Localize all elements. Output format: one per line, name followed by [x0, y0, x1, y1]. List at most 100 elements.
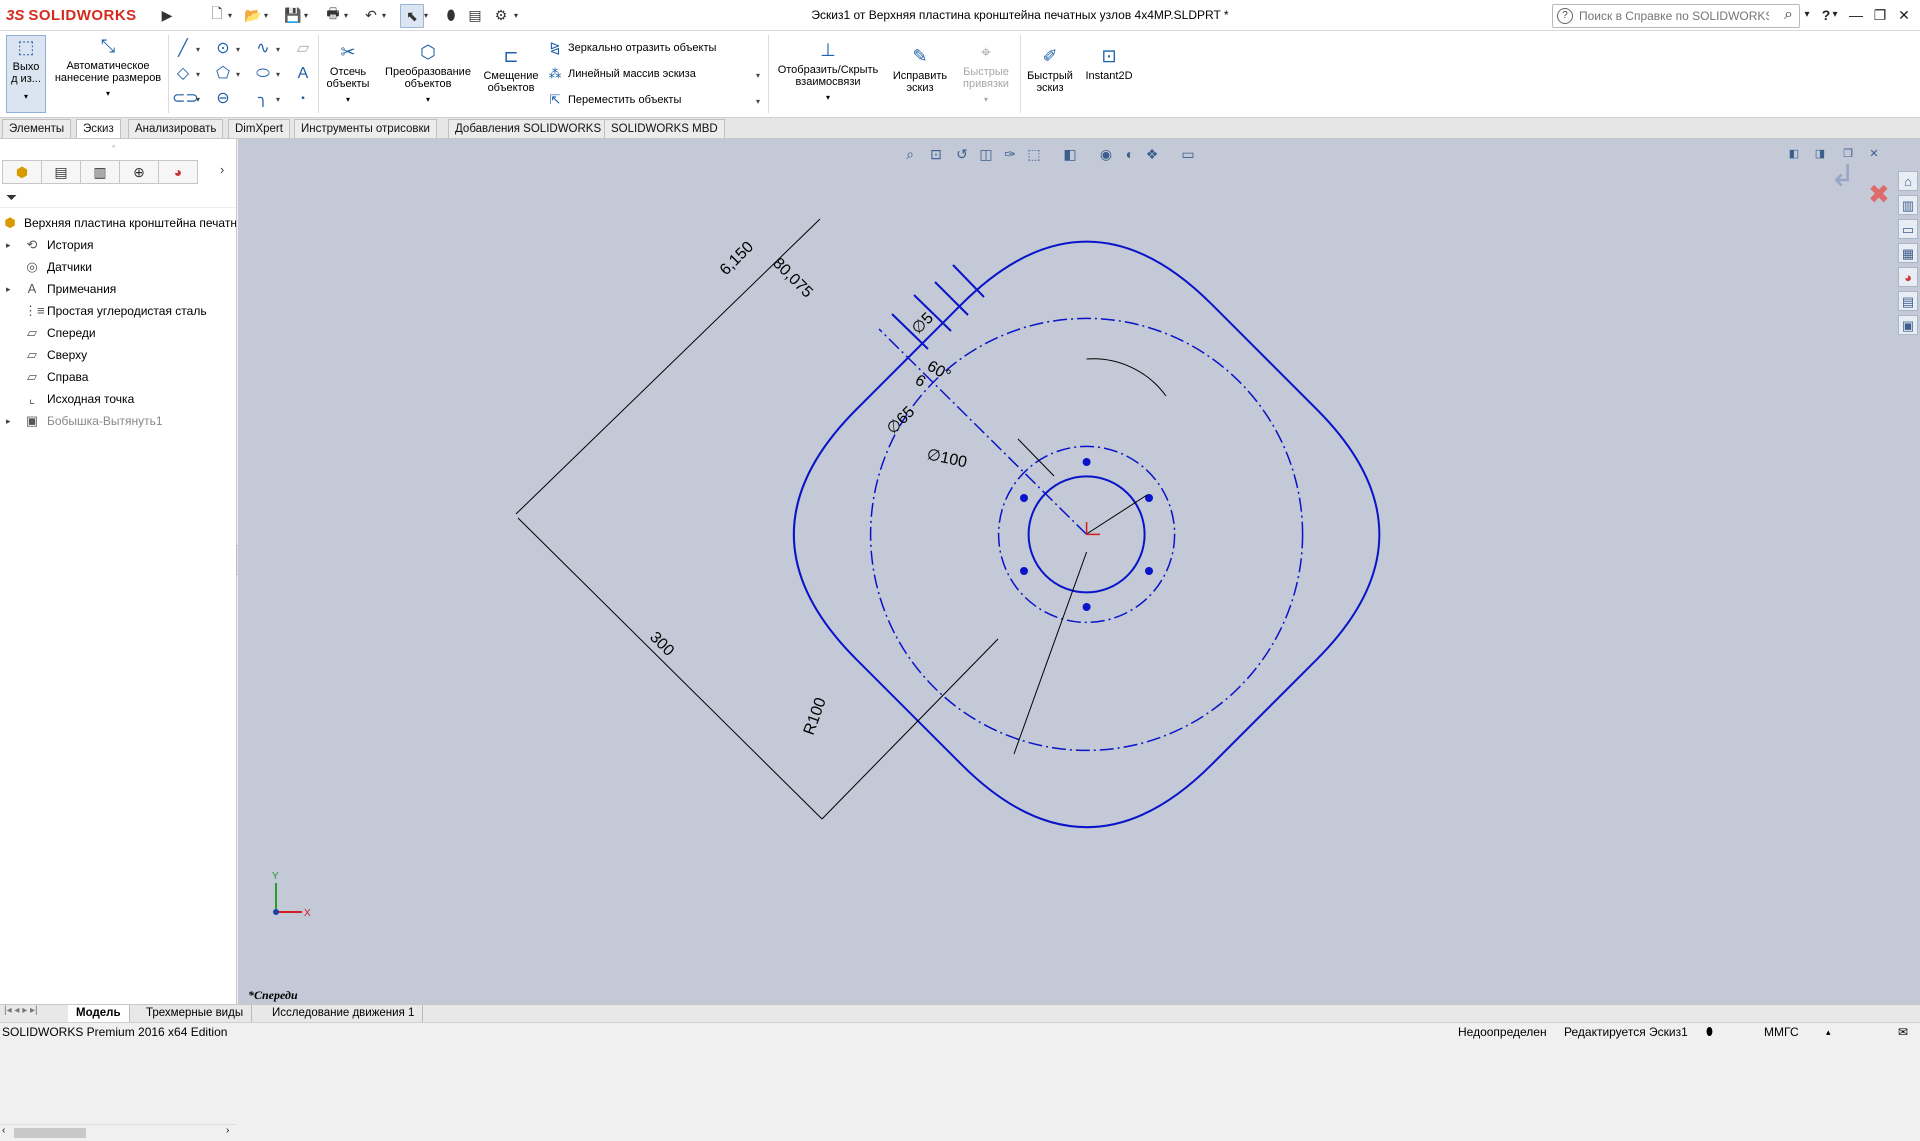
rebuild-indicator-icon[interactable]: ⬮ [1706, 1023, 1713, 1041]
expand-arrow-icon[interactable]: ▸ [6, 278, 11, 300]
tree-item[interactable]: ◎ Датчики [0, 256, 236, 278]
spline-dropdown-icon[interactable]: ▾ [276, 45, 280, 54]
quick-snaps-dropdown-icon[interactable]: ▾ [956, 94, 1016, 106]
text-icon[interactable]: A [292, 64, 314, 84]
exit-sketch-button[interactable]: ⬚ Выхо д из... ▾ [6, 35, 46, 113]
scroll-left-icon[interactable]: ‹ [2, 1125, 5, 1136]
open-folder-icon[interactable]: 📂 [242, 4, 264, 26]
dimension-d5-leader[interactable] [1017, 438, 1055, 477]
point-icon[interactable]: ▪ [292, 89, 314, 109]
trim-dropdown-icon[interactable]: ▾ [322, 94, 374, 106]
tab-dimxpert[interactable]: DimXpert [228, 119, 290, 138]
unit-system[interactable]: ММГС [1764, 1023, 1799, 1041]
ellipse-dropdown-icon[interactable]: ▾ [276, 70, 280, 79]
expand-arrow-icon[interactable]: ▸ [6, 410, 11, 432]
sketch-point[interactable] [1145, 567, 1153, 575]
tab-scroll-icons[interactable]: |◂ ◂ ▸ ▸| [4, 1005, 38, 1016]
tree-item[interactable]: ▱ Сверху [0, 344, 236, 366]
new-document-icon[interactable]: 🗋 [206, 4, 228, 26]
expand-arrow-icon[interactable]: ▸ [6, 234, 11, 256]
spline-icon[interactable]: ∿ [252, 39, 274, 59]
select-cursor-icon[interactable]: ⬉ [400, 4, 424, 28]
dimension-60-arc[interactable] [1086, 358, 1167, 397]
sketch-point[interactable] [1082, 603, 1091, 611]
help-dropdown-icon[interactable]: ▾ [1828, 0, 1842, 30]
filter-icon[interactable]: ⏷ [6, 189, 17, 206]
construction-centerline[interactable] [878, 328, 1088, 535]
line-icon[interactable]: ╱ [172, 39, 194, 59]
dim-d65[interactable]: ∅65 [884, 403, 919, 438]
fillet-dropdown-icon[interactable]: ▾ [276, 95, 280, 104]
close-icon[interactable]: ✕ [1890, 0, 1918, 30]
mirror-entities-button[interactable]: ⧎ Зеркально отразить объекты [546, 39, 717, 57]
exit-sketch-dropdown-icon[interactable]: ▾ [7, 91, 45, 103]
circle-icon[interactable]: ⊙ [212, 39, 234, 59]
print-dropdown-icon[interactable]: ▾ [344, 4, 352, 26]
tree-item[interactable]: ▱ Спереди [0, 322, 236, 344]
solidworks-logo[interactable]: 3S SOLIDWORKS [6, 4, 154, 26]
dim-60deg[interactable]: 60° [924, 358, 953, 385]
scroll-right-icon[interactable]: › [226, 1125, 229, 1136]
tab-3d-views[interactable]: Трехмерные виды [138, 1005, 253, 1022]
chat-bubble-icon[interactable]: ✉ [1898, 1023, 1908, 1041]
file-properties-icon[interactable]: ▤ [464, 4, 486, 26]
tab-solidworks-addins[interactable]: Добавления SOLIDWORKS [448, 119, 609, 138]
undo-dropdown-icon[interactable]: ▾ [382, 4, 390, 26]
tree-root-part[interactable]: ⬢ Верхняя пластина кронштейна печатн [0, 212, 236, 234]
scrollbar-thumb[interactable] [14, 1128, 86, 1138]
tree-item[interactable]: ▸ ⟲ История [0, 234, 236, 256]
relations-dropdown-icon[interactable]: ▾ [772, 92, 884, 104]
displaymanager-tab-icon[interactable]: ◕ [158, 160, 198, 184]
smart-dimension-dropdown-icon[interactable]: ▾ [50, 88, 166, 100]
search-icon[interactable]: ⌕ [1784, 6, 1793, 24]
linear-pattern-button[interactable]: ⁂ Линейный массив эскиза [546, 65, 696, 83]
polygon-dropdown-icon[interactable]: ▾ [236, 70, 240, 79]
arc-icon[interactable]: ⊖ [212, 89, 234, 109]
sketch-point[interactable] [1082, 458, 1091, 466]
show-relations-button[interactable]: ⊥ Отобразить/Скрыть взаимосвязи ▾ [772, 39, 884, 104]
select-dropdown-icon[interactable]: ▾ [424, 4, 432, 26]
panel-grip-icon[interactable]: ◦ [112, 141, 115, 151]
circle-dropdown-icon[interactable]: ▾ [236, 45, 240, 54]
undo-icon[interactable]: ↶ [360, 4, 382, 26]
tree-item[interactable]: ⋮≡ Простая углеродистая сталь [0, 300, 236, 322]
sketch-canvas[interactable]: 6,150 80,075 ∅5 60° 6 ∅65 ∅100 300 R100 … [238, 139, 1920, 1004]
linear-pattern-dropdown-icon[interactable]: ▾ [756, 71, 760, 80]
menu-expand-icon[interactable]: ▶ [156, 4, 178, 26]
dim-6[interactable]: 6 [912, 372, 928, 391]
trim-button[interactable]: ✂ Отсечь объекты ▾ [322, 41, 374, 106]
quick-snaps-button[interactable]: ⌖ Быстрые привязки ▾ [956, 41, 1016, 106]
dim-d100[interactable]: ∅100 [925, 446, 968, 471]
dim-80075[interactable]: 80,075 [769, 255, 816, 302]
save-icon[interactable]: 💾 [282, 4, 304, 26]
traffic-light-icon[interactable]: ⬮ [440, 4, 462, 26]
ellipse-icon[interactable]: ⬭ [252, 64, 274, 84]
convert-entities-button[interactable]: ⬡ Преобразование объектов ▾ [378, 41, 478, 106]
dim-r100[interactable]: R100 [801, 696, 830, 738]
propertymanager-tab-icon[interactable]: ▤ [41, 160, 81, 184]
help-search-input[interactable] [1577, 7, 1771, 25]
sketch-point[interactable] [1020, 567, 1028, 575]
tree-item[interactable]: ▱ Справа [0, 366, 236, 388]
tab-sketch[interactable]: Эскиз [76, 119, 121, 138]
fillet-icon[interactable]: ╮ [252, 89, 274, 109]
configurationmanager-tab-icon[interactable]: ▥ [80, 160, 120, 184]
dimension-300-line[interactable] [517, 517, 823, 820]
line-dropdown-icon[interactable]: ▾ [196, 45, 200, 54]
move-entities-button[interactable]: ⇱ Переместить объекты [546, 91, 682, 109]
repair-sketch-button[interactable]: ✎ Исправить эскиз [888, 45, 952, 94]
options-dropdown-icon[interactable]: ▾ [514, 4, 522, 26]
dim-6150[interactable]: 6,150 [717, 238, 757, 278]
tab-render-tools[interactable]: Инструменты отрисовки [294, 119, 437, 138]
units-dropdown-icon[interactable]: ▴ [1826, 1023, 1831, 1041]
tree-item[interactable]: ▸ ▣ Бобышка-Вытянуть1 [0, 410, 236, 432]
tab-evaluate[interactable]: Анализировать [128, 119, 224, 138]
slot-edge-line[interactable] [952, 264, 985, 298]
tree-item[interactable]: ▸ A Примечания [0, 278, 236, 300]
slot-dropdown-icon[interactable]: ▾ [196, 95, 200, 104]
sketch-point[interactable] [1020, 494, 1028, 502]
move-dropdown-icon[interactable]: ▾ [756, 97, 760, 106]
polygon-icon[interactable]: ⬠ [212, 64, 234, 84]
graphics-area[interactable]: ⌕ ⊡ ↺ ◫ ✑ ⬚ ◧ ◉ ◐ ❖ ▭ ◧ ◨ ❐ ✕ ↲ ✖ ⌂ ▥ ▭ … [238, 139, 1920, 1004]
tab-motion-study[interactable]: Исследование движения 1 [264, 1005, 424, 1022]
